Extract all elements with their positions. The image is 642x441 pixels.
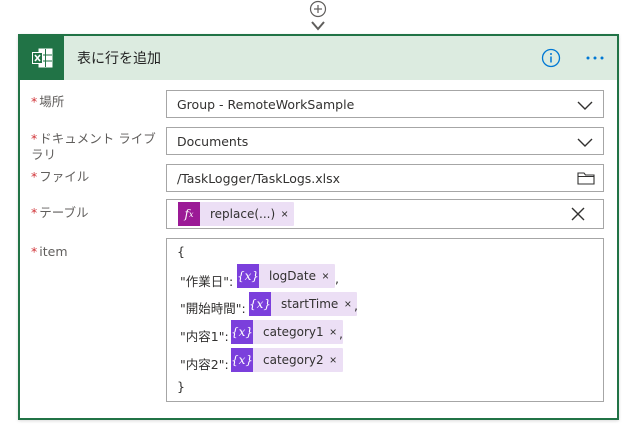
table-label: * テーブル xyxy=(31,205,89,221)
required-marker: * xyxy=(31,131,38,146)
variable-icon: {x} xyxy=(231,348,253,372)
json-key: "内容2": xyxy=(180,357,229,372)
json-key: "作業日": xyxy=(180,274,234,289)
token-label: category2 xyxy=(263,353,324,367)
required-marker: * xyxy=(31,169,38,184)
card-title: 表に行を追加 xyxy=(77,51,161,67)
library-dropdown[interactable]: Documents xyxy=(166,127,604,155)
json-comma: , xyxy=(354,298,358,313)
required-marker: * xyxy=(31,205,38,220)
table-input[interactable]: fx replace(...) × xyxy=(166,199,604,229)
function-icon: fx xyxy=(178,202,200,226)
token-label: replace(...) xyxy=(210,207,276,221)
location-label-text: 場所 xyxy=(39,94,65,109)
action-card: 表に行を追加 * 場所 Group - RemoteWorkSample * ドキュ… xyxy=(18,34,619,420)
remove-token-icon[interactable]: × xyxy=(322,269,335,283)
variable-token[interactable]: {x} category2 × xyxy=(231,348,343,372)
token-label: category1 xyxy=(263,325,324,339)
variable-token[interactable]: {x} startTime × xyxy=(249,292,358,316)
file-input[interactable]: /TaskLogger/TaskLogs.xlsx xyxy=(166,164,604,192)
expression-token[interactable]: fx replace(...) × xyxy=(178,202,295,226)
json-open-brace: { xyxy=(177,244,185,259)
file-value: /TaskLogger/TaskLogs.xlsx xyxy=(177,171,341,186)
file-label-text: ファイル xyxy=(39,169,90,184)
file-label: * ファイル xyxy=(31,169,89,185)
json-key: "開始時間": xyxy=(180,301,246,316)
variable-icon: {x} xyxy=(249,292,271,316)
item-label: * item xyxy=(31,244,68,260)
json-comma: , xyxy=(339,326,343,341)
library-label-line2: ラリ xyxy=(31,147,57,162)
flow-arrow-icon xyxy=(311,21,325,31)
more-options-icon[interactable] xyxy=(583,48,607,68)
token-label: logDate xyxy=(269,269,316,283)
item-label-text: item xyxy=(39,244,68,259)
variable-token[interactable]: {x} logDate × xyxy=(237,264,335,288)
token-label: startTime xyxy=(281,297,339,311)
chevron-down-icon[interactable] xyxy=(577,135,593,149)
variable-icon: {x} xyxy=(237,264,259,288)
table-label-text: テーブル xyxy=(39,205,89,220)
json-comma: , xyxy=(335,271,339,286)
library-value: Documents xyxy=(177,134,249,149)
add-step-icon[interactable] xyxy=(309,0,327,18)
location-value: Group - RemoteWorkSample xyxy=(177,97,355,112)
library-label-line1: ドキュメント ライブ xyxy=(39,131,156,146)
remove-token-icon[interactable]: × xyxy=(281,207,294,221)
library-label: * ドキュメント ライブ ラリ xyxy=(31,131,156,163)
json-key: "内容1": xyxy=(180,329,229,344)
required-marker: * xyxy=(31,94,38,109)
variable-icon: {x} xyxy=(231,320,253,344)
excel-icon xyxy=(20,36,64,80)
item-json-editor[interactable]: { "作業日": {x} logDate × , "開始時間": {x} sta… xyxy=(166,238,604,402)
card-header[interactable]: 表に行を追加 xyxy=(20,36,617,80)
chevron-down-icon[interactable] xyxy=(577,98,593,112)
required-marker: * xyxy=(31,244,38,259)
info-icon[interactable] xyxy=(541,48,561,68)
folder-icon[interactable] xyxy=(577,171,595,185)
location-dropdown[interactable]: Group - RemoteWorkSample xyxy=(166,90,604,118)
variable-token[interactable]: {x} category1 × xyxy=(231,320,343,344)
remove-token-icon[interactable]: × xyxy=(330,353,343,367)
close-icon[interactable] xyxy=(571,207,585,221)
json-close-brace: } xyxy=(177,379,185,394)
location-label: * 場所 xyxy=(31,94,64,110)
